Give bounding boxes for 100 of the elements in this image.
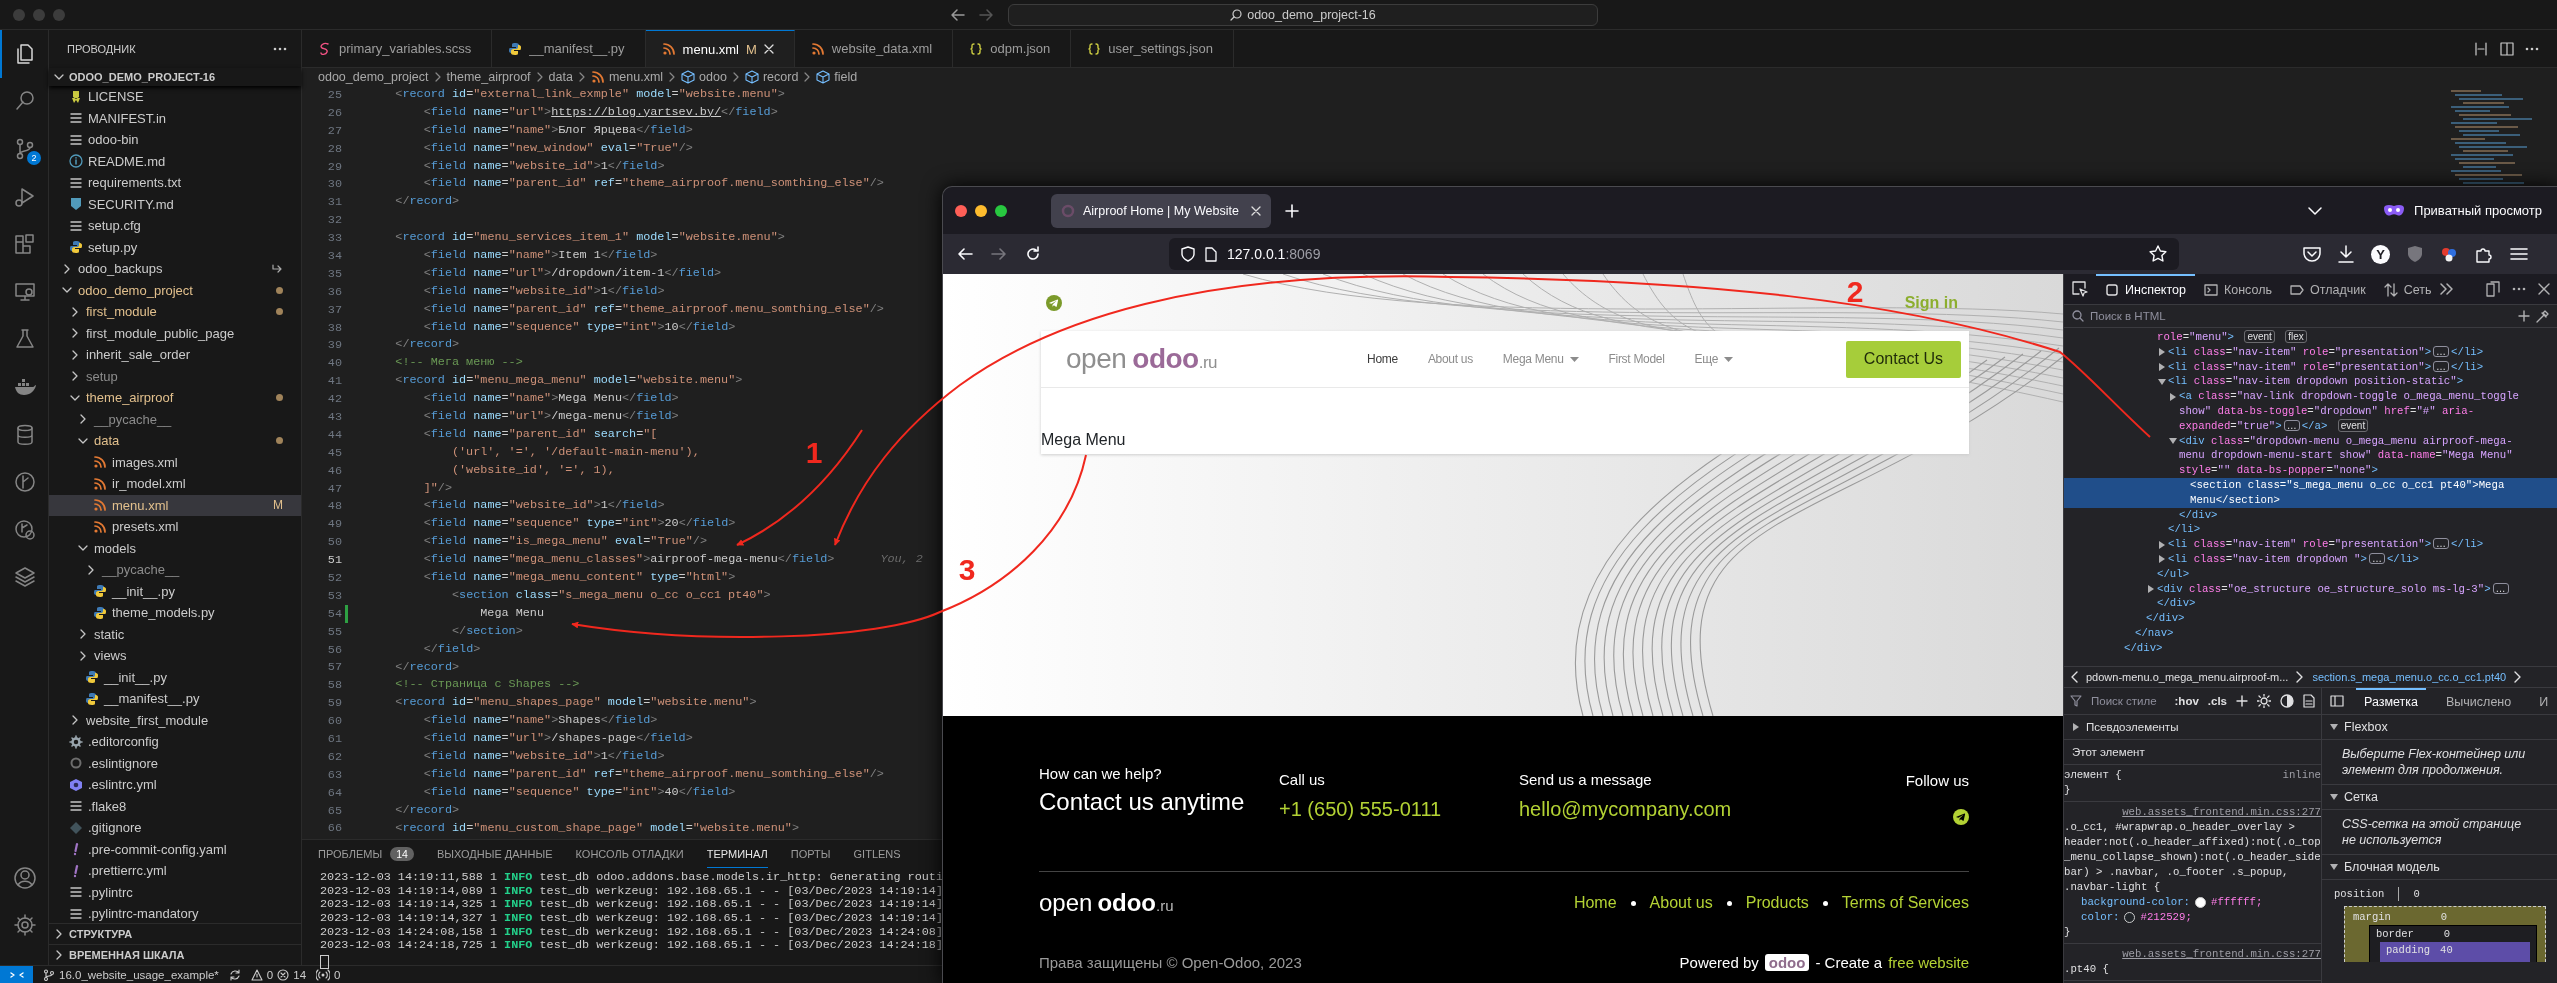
devtools-tab[interactable]: Консоль: [2194, 274, 2281, 304]
close-icon[interactable]: [2538, 283, 2550, 295]
command-center[interactable]: odoo_demo_project-16: [1008, 3, 1598, 26]
shield-icon[interactable]: [1181, 246, 1195, 262]
file-item[interactable]: .eslintignore: [49, 752, 301, 774]
file-item[interactable]: __manifest__.py: [49, 688, 301, 710]
puzzle-icon[interactable]: [2475, 245, 2493, 263]
expanded-arrow-icon[interactable]: [2330, 793, 2338, 801]
breadcrumb[interactable]: theme_airproof: [446, 70, 531, 84]
folder-item[interactable]: odoo_backups: [49, 258, 301, 280]
editor-tab[interactable]: primary_variables.scss: [302, 30, 493, 67]
source-link[interactable]: web.assets_frontend.min.css:277: [2064, 805, 2321, 820]
more-icon[interactable]: [2525, 46, 2539, 51]
footer-link[interactable]: About us: [1649, 894, 1713, 912]
markup-row[interactable]: <li class="nav-item dropdown "> … </li>: [2064, 551, 2557, 567]
editor-tab[interactable]: website_data.xml: [794, 30, 954, 67]
layout-tab[interactable]: Разметка: [2356, 688, 2427, 714]
expanded-arrow-icon[interactable]: [2330, 863, 2338, 871]
breadcrumb[interactable]: field: [834, 70, 858, 84]
footer-logo[interactable]: open odoo.ru: [1039, 889, 1174, 917]
file-item[interactable]: __init__.py: [49, 666, 301, 688]
footer-link[interactable]: Terms of Services: [1841, 894, 1969, 912]
folder-item[interactable]: website_first_module: [49, 709, 301, 731]
footer-link[interactable]: Home: [1573, 894, 1617, 912]
compare-icon[interactable]: [2473, 40, 2489, 57]
markup-row[interactable]: <li class="nav-item" role="presentation"> … </li>: [2064, 359, 2557, 375]
file-item[interactable]: .prettierrc.yml: [49, 860, 301, 882]
breadcrumb[interactable]: odoo_demo_project: [318, 70, 429, 84]
expanded-arrow-icon[interactable]: [2158, 377, 2166, 386]
site-logo[interactable]: open odoo.ru: [1066, 343, 1218, 375]
devtools-tab[interactable]: Инспектор: [2096, 274, 2195, 304]
panel-tab[interactable]: КОНСОЛЬ ОТЛАДКИ: [575, 840, 684, 868]
panel-tab[interactable]: ПОРТЫ: [790, 840, 831, 868]
markup-row[interactable]: <li class="nav-item" role="presentation"> … </li>: [2064, 344, 2557, 360]
nav-link[interactable]: About us: [1427, 352, 1473, 366]
file-item[interactable]: images.xml: [49, 451, 301, 473]
folder-item[interactable]: __pycache__: [49, 559, 301, 581]
markup-row[interactable]: <a class="nav-link dropdown-toggle o_mega_menu_toggle show" data-bs-toggle="dropdown" href="#" aria-expanded="true"> … </a> event: [2064, 389, 2557, 434]
file-item[interactable]: MANIFEST.in: [49, 107, 301, 129]
collapsed-arrow-icon[interactable]: [2169, 392, 2177, 401]
file-item[interactable]: .eslintrc.yml: [49, 774, 301, 796]
style-filter-field[interactable]: Поиск стиле: [2091, 695, 2166, 707]
html-search-field[interactable]: Поиск в HTML: [2064, 305, 2557, 328]
remote-button[interactable]: [0, 965, 33, 983]
nav-link[interactable]: First Model: [1608, 352, 1665, 366]
breadcrumb[interactable]: menu.xml: [608, 70, 664, 84]
back-icon[interactable]: [957, 246, 973, 262]
folder-item[interactable]: odoo_demo_project: [49, 279, 301, 301]
folder-item[interactable]: inherit_sale_order: [49, 344, 301, 366]
markup-row[interactable]: role="menu"> event flex: [2064, 330, 2557, 345]
pocket-icon[interactable]: [2303, 246, 2321, 262]
address-field[interactable]: 127.0.0.1:8069: [1169, 238, 2179, 270]
more-icon[interactable]: [2512, 287, 2526, 291]
file-item[interactable]: __init__.py: [49, 580, 301, 602]
file-item[interactable]: SECURITY.md: [49, 193, 301, 215]
workspace-header[interactable]: ODOO_DEMO_PROJECT-16: [49, 68, 301, 86]
folder-item[interactable]: setup: [49, 365, 301, 387]
markup-row[interactable]: <section class="s_mega_menu o_cc o_cc1 pt40">Mega Menu</section>: [2064, 477, 2557, 508]
activity-button[interactable]: 2: [0, 125, 48, 173]
file-item[interactable]: setup.cfg: [49, 215, 301, 237]
section-header[interactable]: Flexbox: [2322, 715, 2557, 740]
node-breadcrumb[interactable]: section.s_mega_menu.o_cc.o_cc1.pt40: [2312, 671, 2507, 683]
folder-item[interactable]: data: [49, 430, 301, 452]
file-item[interactable]: .gitignore: [49, 817, 301, 839]
close-icon[interactable]: [763, 44, 774, 54]
problems-status[interactable]: 0 14: [250, 968, 307, 981]
folder-item[interactable]: theme_airproof: [49, 387, 301, 409]
footer-link[interactable]: Products: [1745, 894, 1809, 912]
file-item[interactable]: LICENSE: [49, 86, 301, 108]
zoom-window-button[interactable]: [995, 204, 1007, 217]
sun-icon[interactable]: [2257, 694, 2271, 708]
section-header[interactable]: Сетка: [2322, 785, 2557, 810]
section-header[interactable]: ВРЕМЕННАЯ ШКАЛА: [49, 944, 301, 965]
sidebar-toggle-icon[interactable]: [2330, 695, 2344, 707]
extension-button[interactable]: Y: [2371, 244, 2390, 264]
file-item[interactable]: README.md: [49, 150, 301, 172]
breadcrumb[interactable]: odoo: [699, 70, 727, 84]
editor-tab[interactable]: menu.xml M: [645, 30, 795, 67]
more-icon[interactable]: [273, 47, 287, 51]
folder-item[interactable]: static: [49, 623, 301, 645]
nav-link[interactable]: Home: [1367, 352, 1398, 366]
file-item[interactable]: .pylintrc: [49, 881, 301, 903]
ports-status[interactable]: 0: [316, 968, 341, 981]
chevron-down-icon[interactable]: [2308, 205, 2323, 216]
free-website-link[interactable]: free website: [1888, 953, 1969, 971]
file-item[interactable]: requirements.txt: [49, 172, 301, 194]
toggle-link[interactable]: .cls: [2207, 695, 2227, 707]
folder-item[interactable]: first_module_public_page: [49, 322, 301, 344]
folder-item[interactable]: __pycache__: [49, 408, 301, 430]
node-breadcrumb[interactable]: pdown-menu.o_mega_menu.airproof-m...: [2086, 671, 2289, 683]
collapsed-arrow-icon[interactable]: [2147, 584, 2155, 593]
branch-status[interactable]: 16.0_website_usage_example*: [43, 968, 219, 981]
collapsed-arrow-icon[interactable]: [2072, 723, 2080, 731]
star-icon[interactable]: [2149, 245, 2167, 263]
section-header[interactable]: Блочная модель: [2322, 855, 2557, 880]
file-item[interactable]: theme_models.py: [49, 602, 301, 624]
pseudo-elements-header[interactable]: Псевдоэлементы: [2064, 715, 2321, 740]
menu-icon[interactable]: [2510, 247, 2528, 261]
forward-icon[interactable]: [991, 246, 1007, 262]
file-item[interactable]: .pre-commit-config.yaml: [49, 838, 301, 860]
